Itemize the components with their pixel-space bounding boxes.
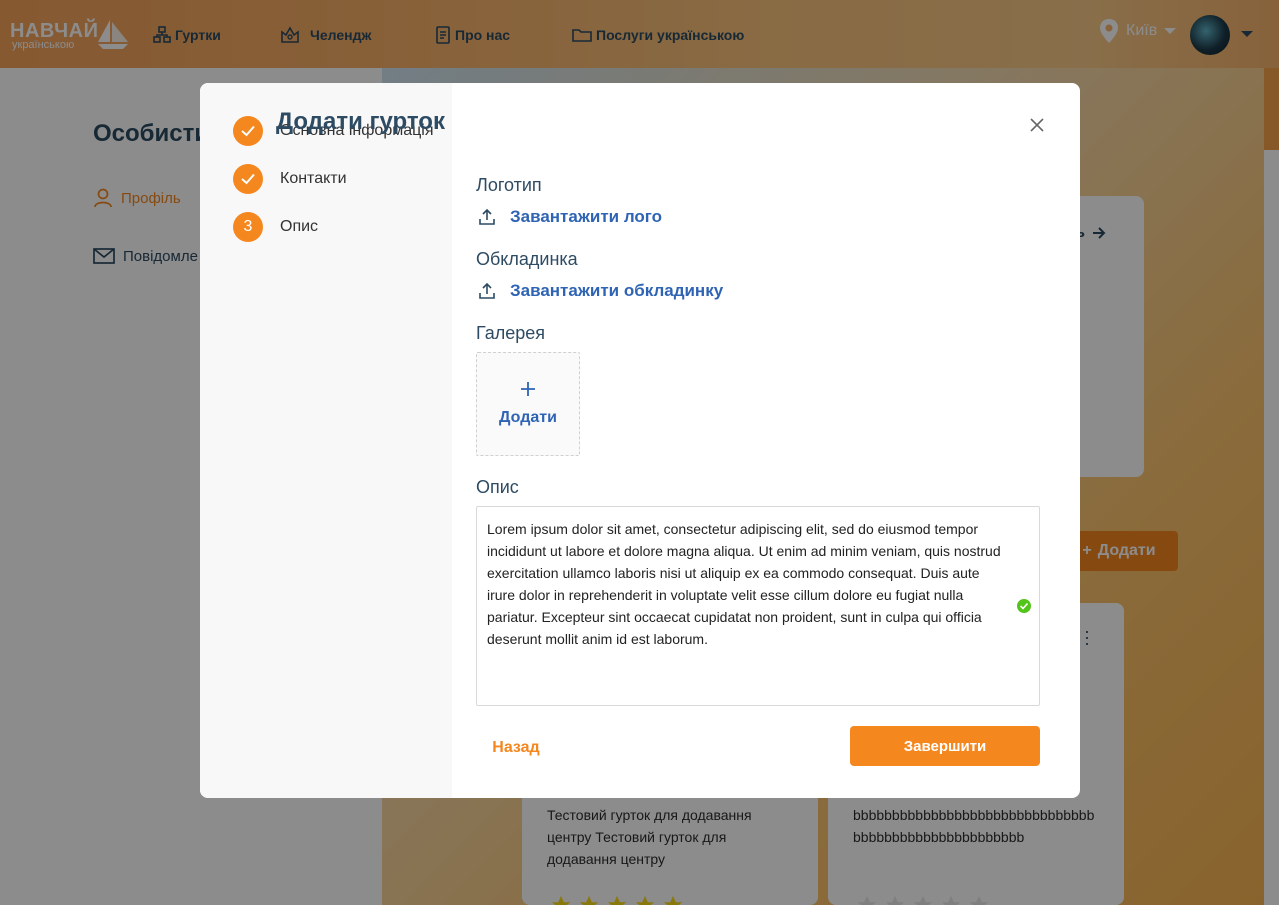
step-number-badge: 3 [233,212,263,242]
check-icon [241,125,255,137]
upload-logo-button[interactable]: Завантажити лого [478,207,662,227]
cover-label: Обкладинка [476,249,578,269]
description-textarea[interactable]: Lorem ipsum dolor sit amet, consectetur … [476,506,1040,706]
close-icon[interactable] [1028,116,1046,134]
logo-label: Логотип [476,175,542,195]
step-label: Контакти [280,170,347,187]
description-label: Опис [476,477,519,497]
step-label: Опис [280,218,319,235]
gallery-add-button[interactable]: Додати [476,352,580,456]
upload-cover-label: Завантажити обкладинку [510,281,724,300]
upload-cover-button[interactable]: Завантажити обкладинку [478,281,723,301]
check-circle-icon [1017,599,1031,613]
step-done-badge [233,164,263,194]
upload-icon [479,282,495,299]
upload-logo-label: Завантажити лого [510,207,663,226]
upload-icon [479,208,495,225]
finish-button[interactable]: Завершити [850,726,1040,766]
step-description: 3 Опис [233,212,318,242]
plus-icon [521,382,535,396]
step-done-badge [233,116,263,146]
back-button[interactable]: Назад [480,734,552,762]
gallery-label: Галерея [476,323,546,343]
modal-title: Додати гурток [276,108,445,135]
gallery-add-label: Додати [499,409,557,426]
check-icon [241,173,255,185]
step-contacts: Контакти [233,164,347,194]
steps-panel: Основна інформація Контакти 3 Опис [200,83,452,798]
